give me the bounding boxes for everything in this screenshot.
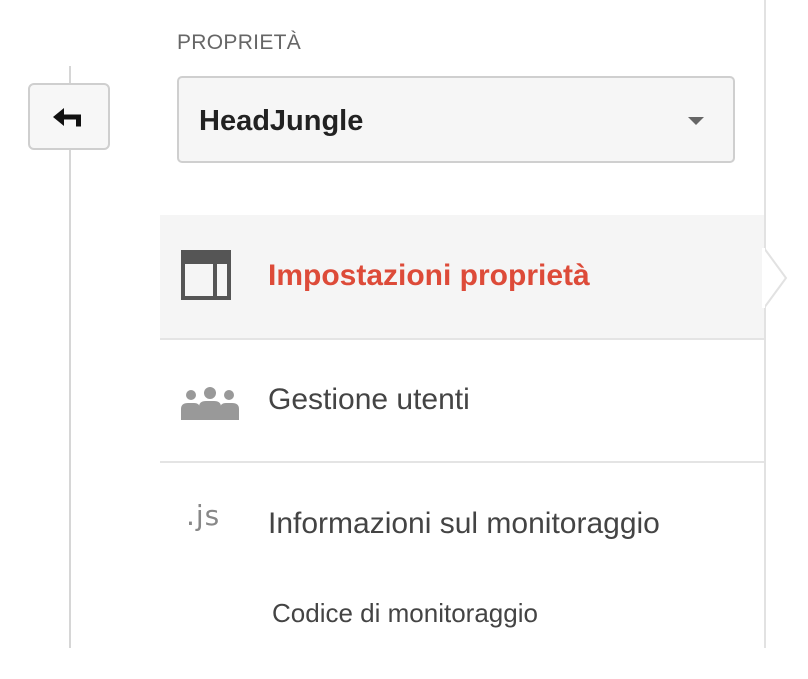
menu-item-label: Impostazioni proprietà <box>268 259 590 292</box>
admin-property-panel: PROPRIETÀ HeadJungle Impostazioni propri… <box>0 0 808 679</box>
right-divider <box>764 0 766 648</box>
users-group-icon <box>180 387 240 426</box>
back-button[interactable] <box>28 83 110 150</box>
property-select-value: HeadJungle <box>199 105 364 137</box>
menu-item-label: Informazioni sul monitoraggio <box>268 507 660 540</box>
layout-icon <box>180 249 232 306</box>
left-divider <box>69 66 71 648</box>
menu-item-tracking-info[interactable]: .js Informazioni sul monitoraggio <box>160 463 764 583</box>
property-select[interactable]: HeadJungle <box>177 76 735 163</box>
menu-item-user-management[interactable]: Gestione utenti <box>160 340 764 463</box>
property-section-label: PROPRIETÀ <box>177 31 302 54</box>
submenu-item-tracking-code[interactable]: Codice di monitoraggio <box>272 598 538 629</box>
chevron-down-icon <box>688 117 704 125</box>
menu-item-property-settings[interactable]: Impostazioni proprietà <box>160 215 764 340</box>
back-arrow-icon <box>51 105 87 129</box>
menu-item-label: Gestione utenti <box>268 383 470 416</box>
js-icon: .js <box>186 499 221 532</box>
